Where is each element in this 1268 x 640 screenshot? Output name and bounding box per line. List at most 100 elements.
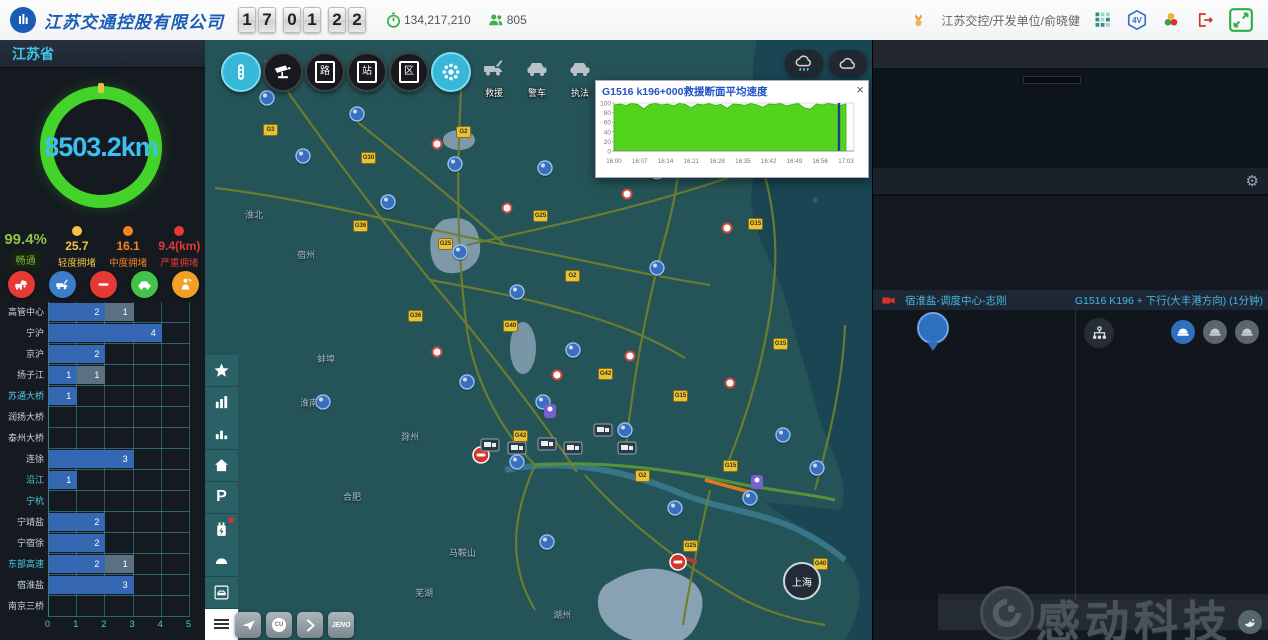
home-button[interactable] [205,450,238,482]
helmet-badge-icon[interactable] [1203,320,1227,344]
parking-button[interactable]: P [205,482,238,514]
bar-row[interactable]: 南京三桥 [0,596,205,617]
helmet-badge-active-icon[interactable] [1171,320,1195,344]
shanghai-button[interactable]: 上海 [783,562,821,600]
dove-icon[interactable] [1238,610,1262,634]
bars2-icon [213,425,230,442]
menu-button[interactable] [205,609,238,640]
tow-pin-icon [917,312,949,357]
bar-row[interactable]: 泰州大桥 [0,428,205,449]
speed-popup: G1516 k196+000救援断面平均速度 × 10080604020016:… [595,80,869,178]
dashboard: 江苏交通控股有限公司 170122 134,217,210 805 江苏交控/开… [0,0,1268,640]
gauge-tick [98,83,104,93]
road-sign-icon: 区 [399,61,419,83]
logout-icon[interactable] [1194,9,1216,31]
svg-text:16:00: 16:00 [606,158,622,165]
org-tree-icon[interactable] [1084,318,1114,348]
bar-cell: 3 [48,575,189,596]
control-icon[interactable] [90,271,117,298]
ranking-button[interactable] [205,418,238,450]
vehicle-layer-2[interactable]: 警车 [520,56,554,99]
province-title: 江苏省 [0,40,205,68]
users-icon [485,9,507,31]
bar-row[interactable]: 连徐3 [0,449,205,470]
sign-button-站[interactable]: 站 [347,52,387,92]
online-stat: 805 [485,9,527,31]
event-panel: ⚙ 宿淮盐-调度中心-志刚 G1516 K196 + 下行(大丰港方向) (1分… [872,40,1268,640]
bar-category: 京沪 [0,344,44,365]
sign-button-区[interactable]: 区 [389,52,429,92]
quickclear-icon[interactable] [131,271,158,298]
province-panel: 江苏省 8503.2km 99.4% 畅通 25.7轻度拥堵16.1中度拥堵9.… [0,40,206,640]
bar-row[interactable]: 宁沪4 [0,323,205,344]
bar-row[interactable]: 润扬大桥 [0,407,205,428]
x-axis-tick: 2 [101,619,106,629]
incident-location[interactable]: G1516 K196 + 下行(大丰港方向) (1分钟) [1075,293,1263,308]
video-camera-icon[interactable] [877,289,899,311]
jeno-logo[interactable]: JENO [328,612,354,638]
bar-category: 扬子江 [0,365,44,386]
vehicle-label: 执法 [563,86,597,99]
4v-badge-icon[interactable]: 4V [1126,9,1148,31]
dispatch-route[interactable]: 宿淮盐-调度中心-志刚 [905,293,1007,308]
dome-button[interactable] [205,545,238,577]
charging-button[interactable] [205,514,238,546]
bar-cell [48,491,189,512]
bar-row[interactable]: 东部高速21 [0,554,205,575]
traffic-status-button[interactable] [221,52,261,92]
rain-layer-button[interactable] [785,50,823,77]
stats-button[interactable] [205,387,238,419]
accident-icon[interactable] [8,271,35,298]
cloud-layer-button[interactable] [829,50,867,77]
stat-dot [123,226,133,236]
construction-icon[interactable] [172,271,199,298]
city-label: 滁州 [401,430,419,443]
service-area-button[interactable] [205,577,238,609]
bar-category: 南京三桥 [0,596,44,617]
mileage-gauge: 8503.2km [40,86,162,208]
share-button[interactable] [235,612,261,638]
clock-digit: 0 [283,7,301,33]
navigate-button[interactable] [297,612,323,638]
bar-row[interactable]: 宿淮盐3 [0,575,205,596]
bar-row[interactable]: 宁杭 [0,491,205,512]
palette-icon[interactable] [1160,9,1182,31]
bar-row[interactable]: 京沪2 [0,344,205,365]
bar-category: 宁靖盐 [0,512,44,533]
vehicle-layer-1[interactable]: 救援 [477,56,511,99]
clock-digit: 1 [238,7,256,33]
clock-digit: 1 [303,7,321,33]
bar-cell: 3 [48,449,189,470]
favorites-button[interactable] [205,355,238,387]
home-icon [213,457,230,474]
user-info[interactable]: 江苏交控/开发单位/俞晓健 [941,12,1080,29]
clock-digit: 2 [328,7,346,33]
bar-secondary [105,303,133,321]
bar-row[interactable]: 沿江1 [0,470,205,491]
sign-button-路[interactable]: 路 [305,52,345,92]
vehicle-layer-3[interactable]: 执法 [563,56,597,99]
road-number-badge: G15 [748,218,763,230]
bar-row[interactable]: 高管中心21 [0,302,205,323]
bar-row[interactable]: 扬子江11 [0,365,205,386]
svg-text:16:56: 16:56 [812,158,828,165]
road-number-badge: G15 [773,338,788,350]
cctv-button[interactable] [263,52,303,92]
company-logo-icon [10,7,36,33]
province-map[interactable]: 淮北宿州蚌埠淮南滁州合肥马鞍山芜湖湖州G3G30G2G36G25G25G2G40… [205,40,872,640]
close-icon[interactable]: × [856,83,864,96]
rescue-timeline [1075,310,1268,600]
apps-grid-icon[interactable] [1092,9,1114,31]
bar-row[interactable]: 宁靖盐2 [0,512,205,533]
bar-row[interactable]: 宁宿徐2 [0,533,205,554]
cu-pin-button[interactable]: CU [266,612,292,638]
helmet-badge-icon[interactable] [1235,320,1259,344]
bar-row[interactable]: 苏通大桥1 [0,386,205,407]
weather-layer-button[interactable] [431,52,471,92]
lane-diagram [877,316,1073,382]
rescue-icon[interactable] [49,271,76,298]
svg-text:16:14: 16:14 [658,158,674,165]
fullscreen-icon[interactable] [1228,7,1254,33]
bar-category: 宁沪 [0,323,44,344]
settings-gear-icon[interactable]: ⚙ [1246,172,1259,190]
